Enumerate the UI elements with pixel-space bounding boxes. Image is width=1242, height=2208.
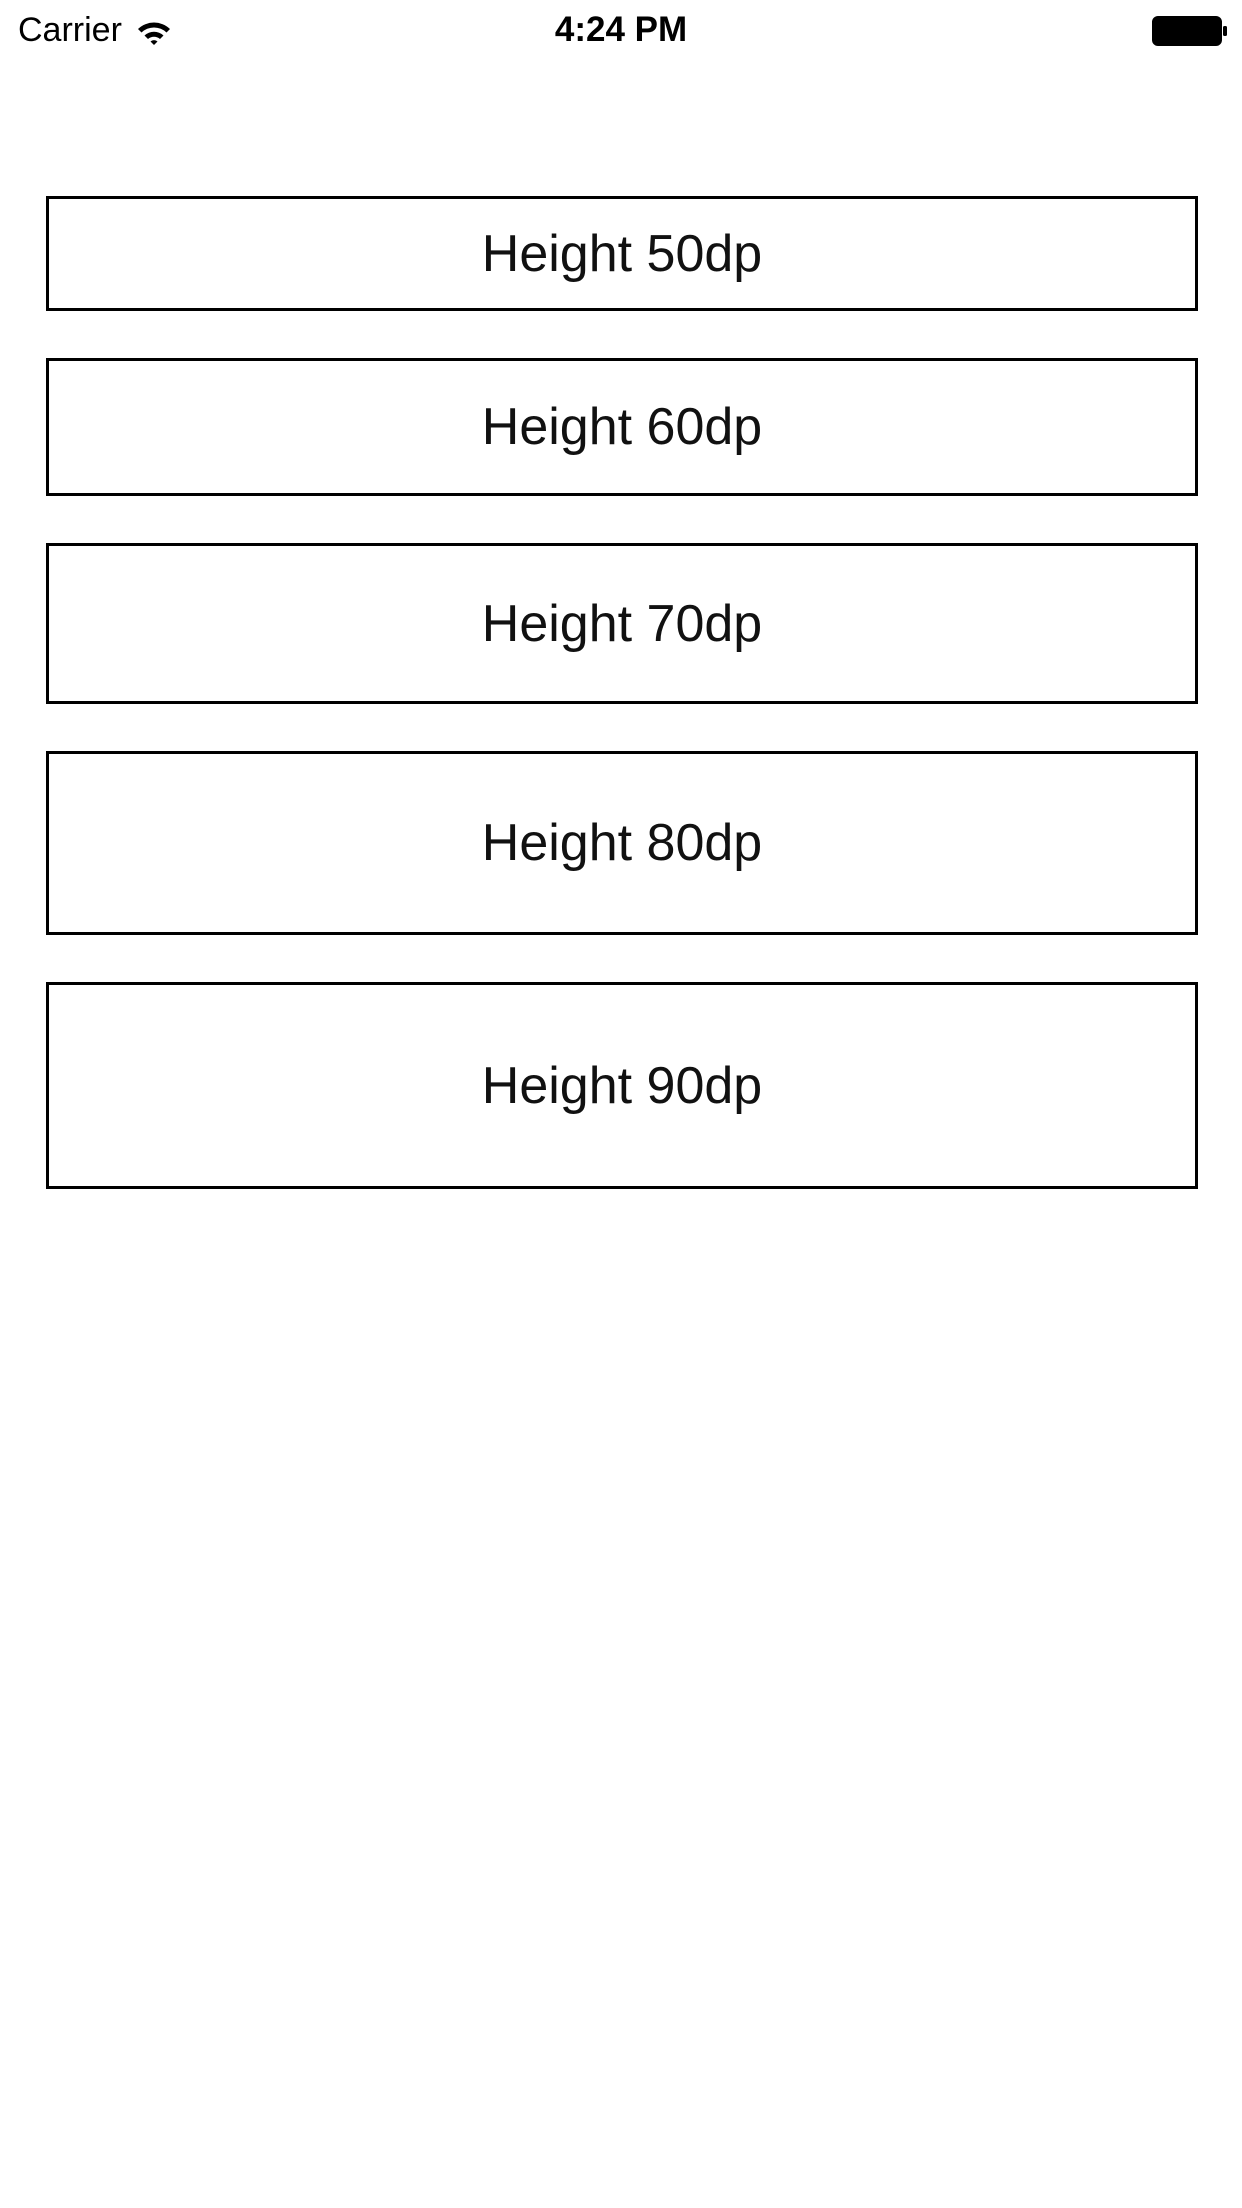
height-90dp-button[interactable]: Height 90dp: [46, 982, 1198, 1189]
button-list: Height 50dp Height 60dp Height 70dp Heig…: [46, 196, 1198, 1189]
height-70dp-button[interactable]: Height 70dp: [46, 543, 1198, 704]
status-time: 4:24 PM: [554, 10, 688, 49]
height-80dp-button[interactable]: Height 80dp: [46, 751, 1198, 935]
height-50dp-button[interactable]: Height 50dp: [46, 196, 1198, 311]
status-bar: Carrier 4:24 PM: [0, 0, 1242, 60]
height-60dp-button[interactable]: Height 60dp: [46, 358, 1198, 496]
battery-icon: [1152, 16, 1228, 46]
